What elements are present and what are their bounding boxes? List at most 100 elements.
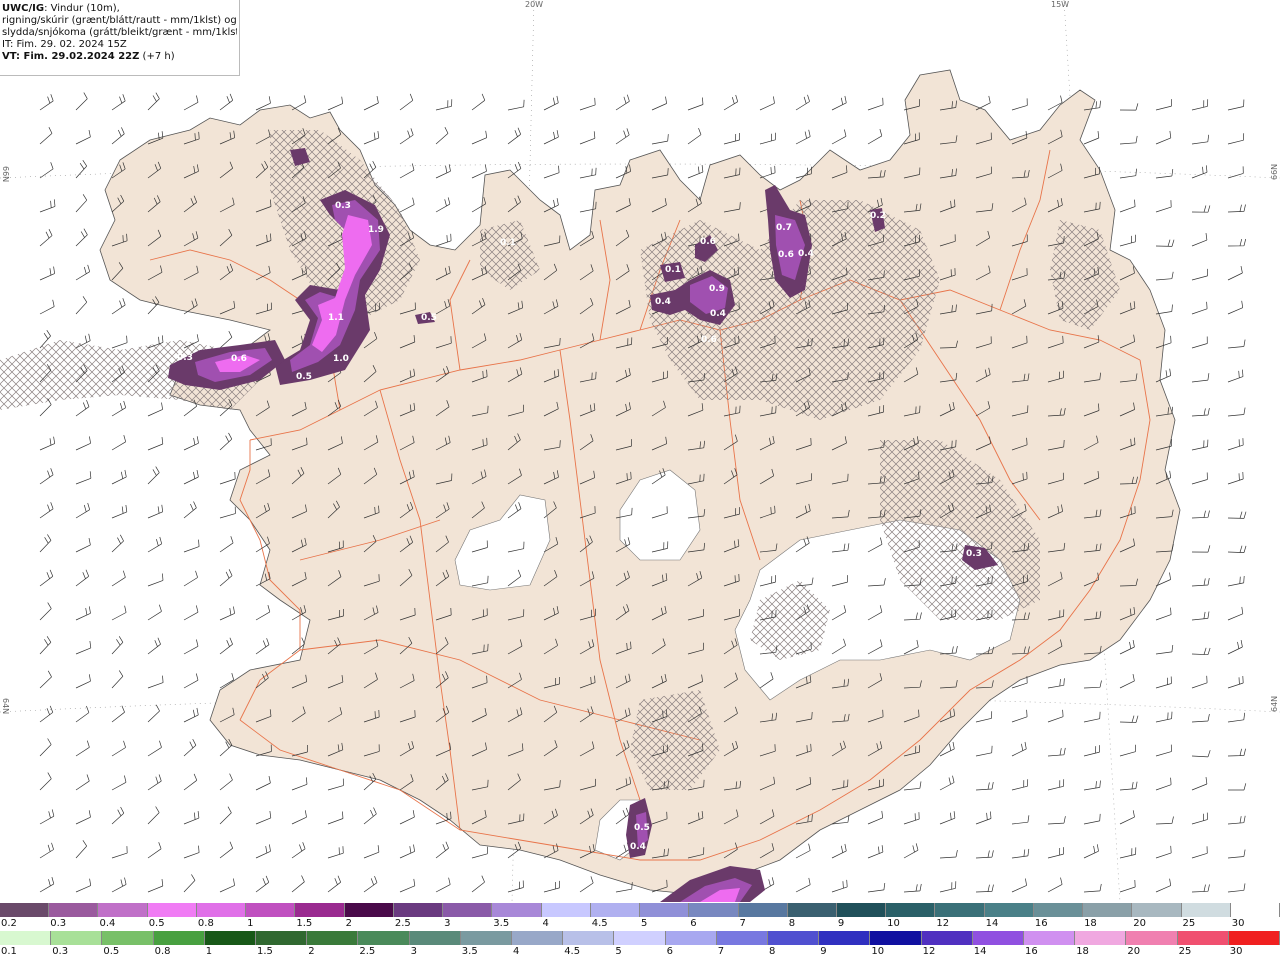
coord-label-66n-right: 66N [1270,163,1279,180]
header-line-2: rigning/skúrir (grænt/blátt/rautt - mm/1… [2,15,237,26]
legend-label: 18 [1076,946,1089,957]
legend-label: 2.5 [359,946,376,957]
precip-label: 0.7 [776,223,792,233]
legend-label: 0.3 [50,918,67,929]
legend-swatch [460,931,513,945]
legend-label: 14 [985,918,999,929]
legend-label: 0.4 [99,918,116,929]
precip-label: 1.0 [333,354,349,364]
precip-label: 0.3 [966,549,982,559]
legend-swatch [409,931,461,945]
legend-swatch [492,903,542,917]
legend-label: 1 [247,918,254,929]
snow-legend-labels: 0.2 0.3 0.4 0.5 0.8 1 1.5 2 2.5 3 3.5 4 4.5 5 6 7 8 9 10 12… [0,918,1280,932]
legend-label: 0.8 [197,918,214,929]
legend-label: 1 [205,946,213,957]
legend-label: 5 [641,918,648,929]
legend-swatch [358,931,410,945]
model-name: UWC/IG [2,3,45,14]
legend-label: 7 [717,946,725,957]
rain-legend-labels: 0.1 0.3 0.5 0.8 1 1.5 2 2.5 3 3.5 4 4.5 5 6 7 8 9 10 12 14 1… [0,946,1280,960]
legend-swatch [819,931,871,945]
legend-label: 3.5 [461,946,478,957]
legend-swatch [256,931,308,945]
legend-swatch [196,903,247,917]
legend-label: 0.1 [1,946,17,957]
legend-label: 4.5 [564,946,581,957]
legend-label: 3.5 [493,918,510,929]
legend-swatch [153,931,205,945]
precip-label: 1.1 [328,313,344,323]
legend-label: 14 [973,946,987,957]
legend-label: 1.5 [296,918,313,929]
precip-label: 0.9 [709,284,725,294]
legend-label: 20 [1127,946,1141,957]
legend-label: 1.5 [257,946,273,957]
map-info-box: UWC/IG: Vindur (10m), rigning/skúrir (gr… [0,0,240,76]
legend-label: 5 [615,946,622,957]
legend-label: 10 [871,946,885,957]
legend-swatch [102,931,154,945]
legend-label: 2.5 [394,918,411,929]
legend-swatch [1132,903,1182,917]
legend-label: 0.2 [1,918,17,929]
rain-color-bar [0,931,1280,945]
legend-swatch [147,903,197,917]
rain-legend: 0.1 0.3 0.5 0.8 1 1.5 2 2.5 3 3.5 4 4.5 5 6 7 8 9 10 12 14 1… [0,931,1280,960]
legend-swatch [1230,903,1280,917]
legend-label: 25 [1178,946,1192,957]
legend-label: 25 [1182,918,1196,929]
legend-label: 20 [1133,918,1147,929]
legend-swatch [787,903,837,917]
legend-swatch [689,903,739,917]
legend-swatch [443,903,493,917]
legend-swatch [307,931,359,945]
legend-label: 10 [887,918,900,929]
legend-label: 16 [1034,918,1048,929]
coord-label-20w: 20W [525,0,544,9]
legend-label: 0.5 [103,946,120,957]
precip-label: 0.3 [335,201,351,211]
legend-swatch [921,931,973,945]
legend-swatch [640,903,690,917]
precip-label: 0.1 [500,238,516,248]
legend-swatch [344,903,394,917]
legend-swatch [0,903,50,917]
precip-label: 0.4 [710,309,726,319]
legend-label: 4 [542,918,549,929]
legend-swatch [1024,931,1076,945]
precip-label: 0.6 [701,335,717,345]
legend-swatch [1177,931,1229,945]
legend-swatch [590,903,641,917]
weather-map: 0.3 1.9 1.1 1.0 0.5 0.6 0.3 0.5 0.1 0.1 … [0,0,1280,902]
precip-label: 0.5 [634,823,650,833]
legend-swatch [98,903,148,917]
precip-label: 0.4 [798,249,814,259]
precip-label: 0.6 [231,354,247,364]
legend-swatch [1083,903,1133,917]
legend-label: 6 [666,946,673,957]
legend-swatch [295,903,345,917]
precip-label: 0.6 [778,250,794,260]
precip-label: 0.5 [421,313,437,323]
legend-swatch [738,903,788,917]
legend-swatch [870,931,922,945]
legend-swatch [512,931,564,945]
precip-label: 0.1 [665,265,681,275]
legend-swatch [246,903,296,917]
legend-swatch [1126,931,1178,945]
legend-label: 4 [513,946,520,957]
precip-label: 0.2 [870,211,886,221]
legend-swatch [768,931,820,945]
legend-swatch [541,903,591,917]
legend-swatch [935,903,985,917]
legend-label: 0.5 [148,918,165,929]
header-line-1: : Vindur (10m), [44,3,120,14]
legend-swatch [204,931,257,945]
legend-label: 9 [820,946,827,957]
coord-label-66n-left: 66N [1,166,10,183]
valid-time: VT: Fim. 29.02.2024 22Z [2,51,140,62]
legend-label: 2 [308,946,315,957]
legend-label: 30 [1231,918,1245,929]
legend-swatch [49,903,99,917]
